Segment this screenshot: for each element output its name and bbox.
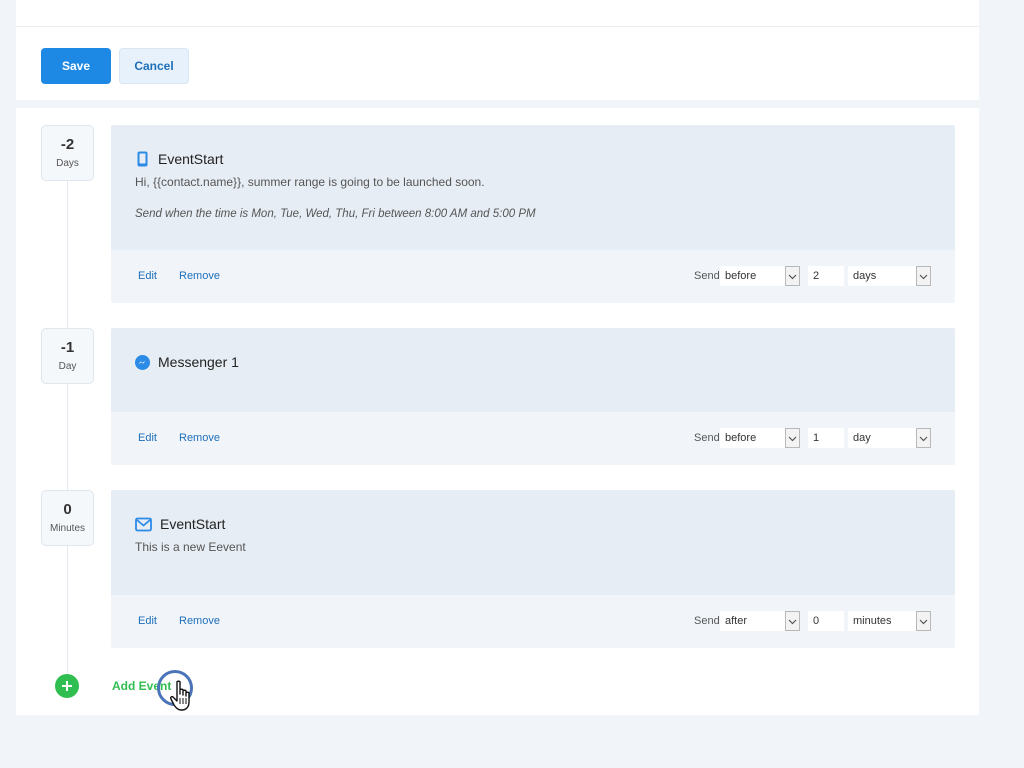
cancel-button[interactable]: Cancel: [119, 48, 189, 84]
event-schedule-note: Send when the time is Mon, Tue, Wed, Thu…: [135, 208, 536, 220]
event-header: EventStart This is a new Eevent: [111, 490, 955, 595]
event-card: EventStart Hi, {{contact.name}}, summer …: [111, 125, 955, 303]
day-offset-value: 0: [63, 501, 72, 518]
event-title: Messenger 1: [158, 354, 239, 370]
unit-select[interactable]: days: [848, 266, 931, 286]
day-offset-badge: -1 Day: [41, 328, 94, 384]
chevron-down-icon[interactable]: [916, 428, 931, 448]
save-button[interactable]: Save: [41, 48, 111, 84]
amount-value: 1: [813, 432, 820, 444]
day-offset-unit: Day: [58, 361, 77, 372]
unit-select[interactable]: day: [848, 428, 931, 448]
day-offset-value: -1: [60, 339, 75, 356]
event-title: EventStart: [160, 516, 226, 532]
chevron-down-icon[interactable]: [785, 428, 800, 448]
unit-select[interactable]: minutes: [848, 611, 931, 631]
email-icon: [135, 517, 152, 532]
chevron-down-icon[interactable]: [785, 266, 800, 286]
send-label: Send: [694, 615, 720, 627]
remove-link[interactable]: Remove: [179, 615, 220, 627]
event-message: This is a new Eevent: [135, 540, 246, 554]
direction-value: before: [725, 270, 757, 282]
event-header: Messenger 1: [111, 328, 955, 412]
day-offset-value: -2: [60, 136, 75, 153]
day-offset-unit: Minutes: [49, 523, 85, 534]
divider: [16, 26, 979, 27]
direction-select[interactable]: before: [720, 428, 800, 448]
mobile-phone-icon: [135, 151, 150, 167]
direction-select[interactable]: after: [720, 611, 800, 631]
event-footer: Edit Remove Send before 2 days: [111, 250, 955, 303]
amount-input[interactable]: 2: [808, 266, 844, 286]
unit-value: days: [853, 270, 877, 282]
unit-value: day: [853, 432, 871, 444]
send-label: Send: [694, 270, 720, 282]
direction-select[interactable]: before: [720, 266, 800, 286]
chevron-down-icon[interactable]: [916, 266, 931, 286]
day-offset-unit: Days: [56, 158, 79, 169]
form-actions-card: Save Cancel: [16, 0, 979, 100]
event-timeline: -2 Days EventStart Hi, {{contact.name}},…: [16, 108, 979, 715]
amount-value: 2: [813, 270, 820, 282]
edit-link[interactable]: Edit: [138, 432, 157, 444]
day-offset-badge: -2 Days: [41, 125, 94, 181]
remove-link[interactable]: Remove: [179, 270, 220, 282]
amount-value: 0: [813, 615, 820, 627]
event-card: Messenger 1 Edit Remove Send before 1 da…: [111, 328, 955, 465]
event-footer: Edit Remove Send after 0 minutes: [111, 595, 955, 648]
event-header: EventStart Hi, {{contact.name}}, summer …: [111, 125, 955, 250]
direction-value: after: [725, 615, 748, 627]
event-message: Hi, {{contact.name}}, summer range is go…: [135, 175, 485, 189]
send-label: Send: [694, 432, 720, 444]
event-title: EventStart: [158, 151, 224, 167]
timeline-line: [67, 148, 68, 688]
messenger-icon: [135, 354, 150, 370]
chevron-down-icon[interactable]: [785, 611, 800, 631]
edit-link[interactable]: Edit: [138, 270, 157, 282]
remove-link[interactable]: Remove: [179, 432, 220, 444]
unit-value: minutes: [853, 615, 892, 627]
amount-input[interactable]: 0: [808, 611, 844, 631]
event-footer: Edit Remove Send before 1 day: [111, 412, 955, 465]
amount-input[interactable]: 1: [808, 428, 844, 448]
day-offset-badge: 0 Minutes: [41, 490, 94, 546]
chevron-down-icon[interactable]: [916, 611, 931, 631]
hand-cursor-icon: [169, 680, 197, 719]
direction-value: before: [725, 432, 757, 444]
plus-circle-icon[interactable]: [55, 674, 79, 698]
edit-link[interactable]: Edit: [138, 615, 157, 627]
event-card: EventStart This is a new Eevent Edit Rem…: [111, 490, 955, 648]
